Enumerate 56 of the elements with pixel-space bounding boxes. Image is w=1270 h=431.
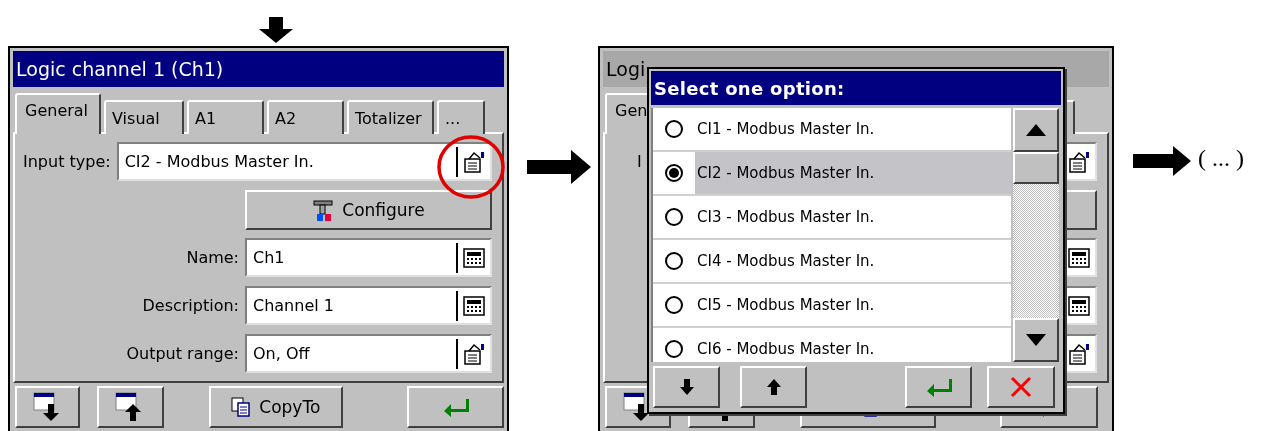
clipboard-icon [462, 149, 486, 174]
down-arrow-icon [678, 378, 695, 396]
page-up-button[interactable] [740, 366, 807, 408]
tab[interactable]: Visual [104, 100, 184, 134]
page-down-button[interactable] [15, 386, 81, 428]
dialog-title: Select one option: [651, 71, 1061, 105]
page-up-button[interactable] [97, 386, 164, 428]
option-item[interactable]: CI5 - Modbus Master In. [653, 284, 1011, 328]
scroll-up-button[interactable] [1013, 108, 1059, 152]
keypad-icon [462, 246, 486, 269]
tab[interactable]: Totalizer [347, 100, 434, 134]
field-label: Output range: [126, 344, 239, 363]
tab[interactable]: A1 [187, 100, 264, 134]
select-field[interactable]: CI2 - Modbus Master In. [116, 142, 492, 181]
field-label: I [636, 152, 643, 171]
right-arrow-icon [1133, 146, 1191, 176]
down-triangle-icon [1026, 334, 1046, 346]
radio-button[interactable] [665, 120, 683, 138]
field-label: Input type: [23, 152, 111, 171]
scroll-thumb[interactable] [1013, 152, 1059, 184]
scroll-down-button[interactable] [1013, 318, 1059, 362]
select-field[interactable]: On, Off [245, 334, 492, 373]
tab[interactable]: ... [437, 100, 485, 134]
clipboard-icon [1067, 341, 1091, 366]
radio-button[interactable] [665, 164, 683, 182]
radio-button[interactable] [665, 340, 683, 358]
radio-button[interactable] [665, 296, 683, 314]
clipboard-icon [462, 341, 486, 366]
continuation-text: ( ... ) [1198, 145, 1244, 172]
up-arrow-icon [765, 378, 782, 396]
enter-button[interactable] [407, 386, 504, 428]
input-field[interactable]: Ch1 [245, 238, 492, 277]
tab[interactable]: A2 [267, 100, 344, 134]
highlight-circle [436, 134, 506, 200]
tab[interactable]: General [15, 93, 101, 134]
option-item[interactable]: CI3 - Modbus Master In. [653, 196, 1011, 240]
input-field[interactable]: Channel 1 [245, 286, 492, 325]
scrollbar[interactable] [1013, 108, 1059, 362]
right-arrow-icon [527, 150, 591, 184]
copy-to-button[interactable]: CopyTo [208, 386, 344, 428]
enter-button[interactable] [905, 366, 972, 408]
radio-button[interactable] [665, 208, 683, 226]
window-title: Logic channel 1 (Ch1) [13, 51, 504, 87]
copy-icon [231, 397, 252, 417]
option-item[interactable]: CI4 - Modbus Master In. [653, 240, 1011, 284]
field-label: Name: [186, 248, 239, 267]
down-arrow-icon [259, 17, 293, 43]
page-down-button[interactable] [653, 366, 720, 408]
configure-button[interactable]: Configure [245, 189, 492, 230]
clipboard-icon [1067, 149, 1091, 174]
field-label: Description: [142, 296, 239, 315]
radio-button[interactable] [665, 252, 683, 270]
cancel-button[interactable] [987, 366, 1055, 408]
up-triangle-icon [1026, 124, 1046, 136]
keypad-icon [462, 294, 486, 317]
close-icon [1010, 376, 1032, 398]
